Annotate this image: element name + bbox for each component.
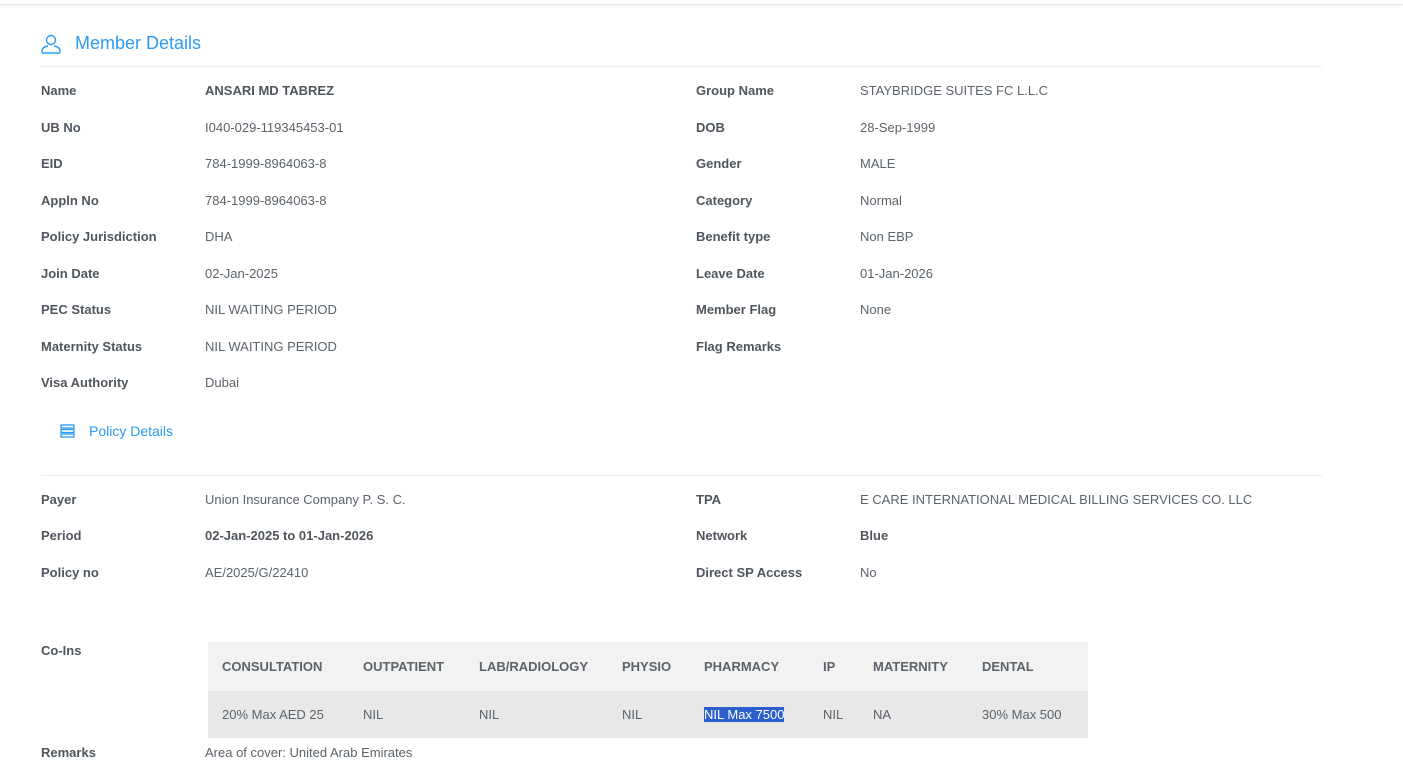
field-label: PEC Status <box>41 302 112 317</box>
field-value: 01-Jan-2026 <box>860 266 933 281</box>
field-value: 02-Jan-2025 <box>205 266 278 281</box>
field-value: MALE <box>860 156 896 171</box>
field-label: Benefit type <box>696 229 771 244</box>
field-label: Name <box>41 83 77 98</box>
column-header: OUTPATIENT <box>349 642 465 691</box>
policy-details-header: Policy Details <box>60 423 173 439</box>
field-label: Maternity Status <box>41 339 143 354</box>
field-value: No <box>860 565 877 580</box>
field-value: Normal <box>860 193 902 208</box>
field-label: Visa Authority <box>41 375 129 390</box>
cell-value: NIL <box>479 707 500 722</box>
field-label: Member Flag <box>696 302 777 317</box>
table-cell: 20% Max AED 25 <box>208 691 349 738</box>
field-value: DHA <box>205 229 233 244</box>
field-label: Gender <box>696 156 742 171</box>
remarks-label: Remarks <box>41 745 96 760</box>
cell-value: NIL <box>622 707 643 722</box>
section-title: Policy Details <box>89 423 174 439</box>
field-label: UB No <box>41 120 81 135</box>
field-label: TPA <box>696 492 722 507</box>
field-value: Dubai <box>205 375 239 390</box>
column-header: LAB/RADIOLOGY <box>465 642 608 691</box>
remarks-value: Area of cover: United Arab Emirates <box>205 745 413 760</box>
table-cell: NIL <box>608 691 690 738</box>
cell-value: NIL <box>363 707 384 722</box>
table-cell: NIL <box>349 691 465 738</box>
section-title: Member Details <box>75 33 202 53</box>
field-value: Non EBP <box>860 229 914 244</box>
field-value: E CARE INTERNATIONAL MEDICAL BILLING SER… <box>860 492 1253 507</box>
table-cell: 30% Max 500 <box>968 691 1088 738</box>
field-label: Period <box>41 528 82 543</box>
cell-value: NA <box>873 707 892 722</box>
table-cell: NIL <box>809 691 859 738</box>
column-header: IP <box>809 642 859 691</box>
field-label: DOB <box>696 120 725 135</box>
coins-table: CONSULTATION OUTPATIENT LAB/RADIOLOGY PHYSI… <box>208 642 1088 738</box>
field-label: Join Date <box>41 266 100 281</box>
table-cell: NIL Max 7500 <box>690 691 809 738</box>
field-value: 784-1999-8964063-8 <box>205 193 327 208</box>
field-value: STAYBRIDGE SUITES FC L.L.C <box>860 83 1049 98</box>
field-label: Flag Remarks <box>696 339 782 354</box>
field-label: Leave Date <box>696 266 765 281</box>
field-value: ANSARI MD TABREZ <box>205 83 335 98</box>
user-icon <box>41 34 61 54</box>
list-icon <box>60 424 75 438</box>
table-row: 20% Max AED 25 NIL NIL NIL NIL Max 7500 NIL NA… <box>208 691 1088 738</box>
field-value: None <box>860 302 892 317</box>
field-value: 02-Jan-2025 to 01-Jan-2026 <box>205 528 374 543</box>
field-label: Policy no <box>41 565 99 580</box>
field-value: 28-Sep-1999 <box>860 120 936 135</box>
column-header: CONSULTATION <box>208 642 349 691</box>
field-value: 784-1999-8964063-8 <box>205 156 327 171</box>
field-value: NIL WAITING PERIOD <box>205 339 337 354</box>
field-label: Category <box>696 193 753 208</box>
column-header: PHYSIO <box>608 642 690 691</box>
divider <box>41 66 1322 67</box>
field-label: Network <box>696 528 748 543</box>
top-bar <box>0 0 1403 5</box>
divider <box>41 475 1322 476</box>
member-details-header: Member Details <box>41 33 201 54</box>
field-label: EID <box>41 156 63 171</box>
table-cell: NA <box>859 691 968 738</box>
cell-value: NIL Max 7500 <box>704 707 785 722</box>
cell-value: NIL <box>823 707 844 722</box>
field-label: Direct SP Access <box>696 565 803 580</box>
field-label: Payer <box>41 492 77 507</box>
column-header: DENTAL <box>968 642 1088 691</box>
column-header: PHARMACY <box>690 642 809 691</box>
field-value: AE/2025/G/22410 <box>205 565 309 580</box>
table-cell: NIL <box>465 691 608 738</box>
coins-label: Co-Ins <box>41 643 82 658</box>
field-label: Appln No <box>41 193 99 208</box>
field-value: Blue <box>860 528 889 543</box>
field-value: Union Insurance Company P. S. C. <box>205 492 406 507</box>
column-header: MATERNITY <box>859 642 968 691</box>
cell-value: 30% Max 500 <box>982 707 1062 722</box>
cell-value: 20% Max AED 25 <box>222 707 324 722</box>
field-label: Group Name <box>696 83 775 98</box>
field-value: NIL WAITING PERIOD <box>205 302 337 317</box>
field-value: I040-029-119345453-01 <box>205 120 344 135</box>
field-label: Policy Jurisdiction <box>41 229 157 244</box>
